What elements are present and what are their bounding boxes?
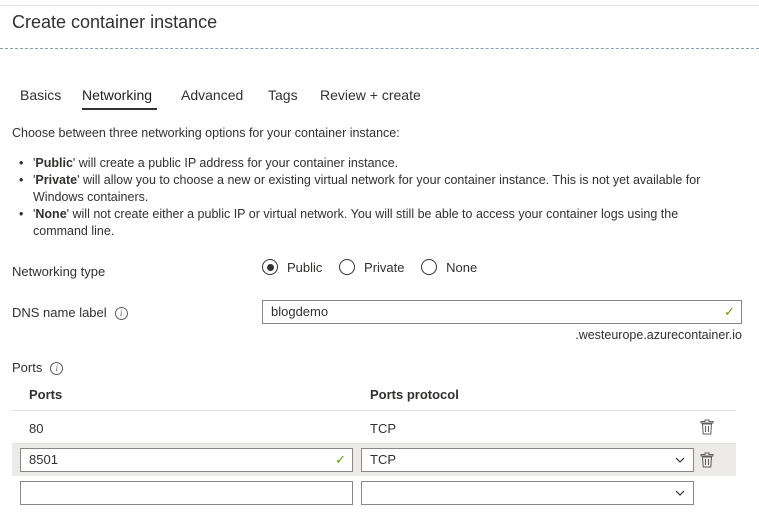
new-port-input[interactable] — [20, 481, 353, 505]
tab-networking[interactable]: Networking — [82, 87, 152, 103]
radio-selected-icon — [262, 259, 278, 275]
tab-tags[interactable]: Tags — [268, 87, 298, 103]
tab-basics[interactable]: Basics — [20, 87, 61, 103]
header-divider — [0, 48, 759, 49]
ports-section-label: Ports i — [12, 360, 64, 376]
info-icon[interactable]: i — [50, 362, 64, 376]
new-protocol-select[interactable] — [361, 481, 694, 505]
protocol-select[interactable]: TCP — [361, 448, 694, 472]
list-item: • 'Public' will create a public IP addres… — [19, 156, 399, 170]
chevron-down-icon — [675, 490, 685, 496]
dns-suffix: .westeurope.azurecontainer.io — [575, 328, 742, 342]
radio-public[interactable]: Public — [262, 259, 322, 275]
trash-icon[interactable] — [700, 419, 714, 435]
checkmark-icon: ✓ — [724, 304, 735, 319]
tab-review-create[interactable]: Review + create — [320, 87, 421, 103]
checkmark-icon: ✓ — [335, 452, 346, 467]
protocol-cell: TCP — [370, 421, 396, 436]
tab-advanced[interactable]: Advanced — [181, 87, 243, 103]
networking-type-label: Networking type — [12, 264, 106, 279]
ports-column-header: Ports — [29, 387, 63, 402]
networking-type-radio-group: Public Private None — [262, 259, 490, 278]
list-item: • 'None' will not create either a public … — [19, 207, 679, 238]
networking-intro: Choose between three networking options … — [12, 126, 400, 140]
radio-private[interactable]: Private — [339, 259, 405, 275]
radio-none[interactable]: None — [421, 259, 477, 275]
chevron-down-icon — [675, 457, 685, 463]
port-input[interactable]: 8501 ✓ — [20, 448, 353, 472]
port-cell: 80 — [29, 421, 44, 436]
active-tab-indicator — [82, 108, 157, 110]
page-title: Create container instance — [12, 12, 218, 32]
radio-empty-icon — [339, 259, 356, 275]
networking-options-list: • 'Public' will create a public IP addres… — [19, 155, 733, 240]
ports-protocol-column-header: Ports protocol — [370, 387, 459, 402]
list-item: • 'Private' will allow you to choose a ne… — [19, 173, 701, 204]
table-divider — [12, 410, 736, 411]
dns-name-label: DNS name label i — [12, 305, 128, 321]
trash-icon[interactable] — [700, 452, 714, 468]
top-divider — [0, 5, 759, 6]
info-icon[interactable]: i — [114, 307, 128, 321]
dns-name-input[interactable]: blogdemo ✓ — [262, 300, 742, 324]
radio-empty-icon — [421, 259, 438, 275]
